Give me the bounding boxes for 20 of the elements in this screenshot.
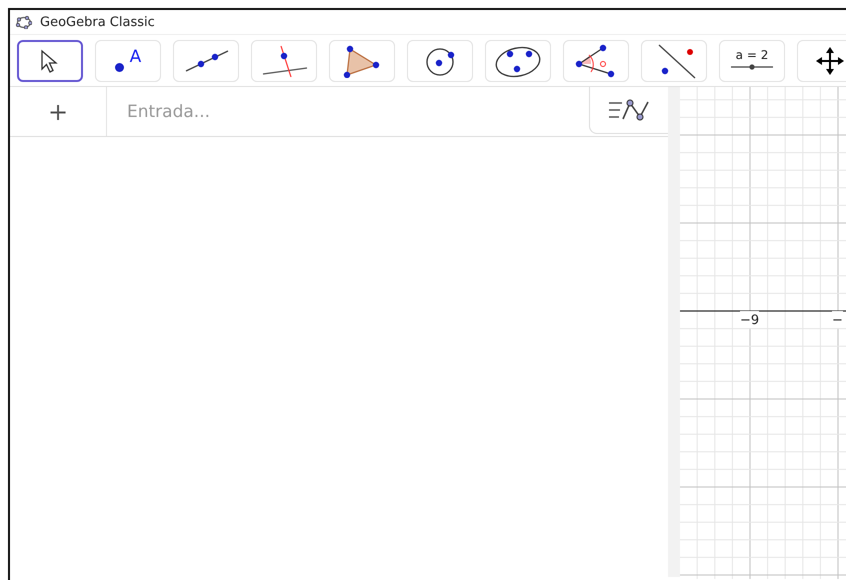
axis-tick-label: − [832,311,843,328]
slider-tool-button[interactable]: a = 2 [719,40,785,82]
angle-tool-button[interactable] [563,40,629,82]
ellipse-tool-button[interactable] [485,40,551,82]
axis-tick-label: −9 [740,311,760,328]
slider-value-label: a = 2 [736,49,768,61]
pan-tool-button[interactable] [797,40,846,82]
circle-tool-button[interactable] [407,40,473,82]
app-logo-icon [16,16,32,28]
polygon-tool-button[interactable] [329,40,395,82]
reflect-tool-button[interactable] [641,40,707,82]
point-icon [114,62,124,72]
window-title: GeoGebra Classic [40,14,155,30]
point-tool-button[interactable]: A [95,40,161,82]
perpendicular-tool-button[interactable] [251,40,317,82]
point-label: A [130,48,142,66]
algebra-view-toggle-button[interactable] [589,87,668,134]
move-arrows-icon [815,46,845,76]
line-tool-button[interactable] [173,40,239,82]
move-tool-button[interactable] [17,40,83,82]
